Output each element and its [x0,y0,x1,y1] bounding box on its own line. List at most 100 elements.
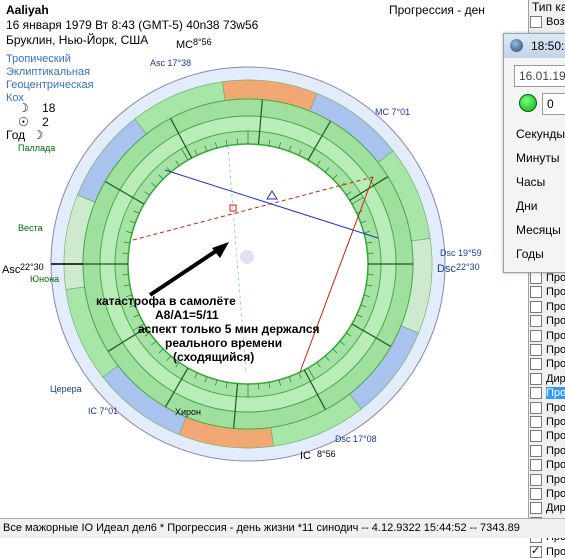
ic-label: IC [300,450,311,462]
asc-degree: 22°30 [20,262,44,272]
asc-label: Asc [2,264,21,276]
dsc-label: Dsc [437,263,456,275]
go-button[interactable] [519,94,537,112]
option-label: Про [546,473,565,486]
mc-degree: 8°56 [193,37,212,47]
legend-year-label: Год [6,128,26,142]
unit-hours[interactable]: Часы [516,175,545,189]
type-tab-label[interactable]: Тип ка [532,0,565,14]
status-text: Все мажорные IO Идеал дел6 * Прогрессия … [3,522,520,534]
option-row[interactable]: Воз [530,16,565,29]
chart-label: Юнона [30,274,59,284]
option-row[interactable]: Дир [530,373,565,385]
annotation-line-5: (сходящийся) [173,350,254,364]
dialog-titlebar[interactable]: 18:50: [504,34,565,58]
chart-label: MC 7°01 [375,107,410,117]
ic-degree: 8°56 [317,449,336,459]
checkbox[interactable] [530,544,542,558]
checkbox[interactable] [530,286,542,299]
checkbox[interactable] [530,430,542,443]
chart-label: Хирон [175,407,201,417]
option-label: Про [546,459,565,472]
legend-row-2: ☉ 2 [6,115,49,129]
option-row[interactable]: Дир [530,502,565,515]
chart-label: Веста [18,223,43,233]
step-input[interactable]: 0 [542,93,565,115]
option-row[interactable]: Про [530,272,565,285]
chart-meta-coords: Эклиптикальная [6,66,91,78]
option-label: Про [546,344,565,356]
option-row[interactable]: Про [530,301,565,313]
crescent-moon-icon: ☽ [18,101,29,115]
unit-years[interactable]: Годы [516,247,544,261]
checkbox[interactable] [530,473,542,486]
checkbox[interactable] [530,488,542,501]
crescent-moon-icon-2: ☽ [32,128,44,142]
annotation-line-3: аспект только 5 мин держался [138,322,320,336]
option-row[interactable]: Про [530,474,565,486]
chart-label: Паллада [18,143,55,153]
chart-datetime: 16 января 1979 Вт 8:43 (GMT-5) 40n38 73w… [6,18,259,32]
option-row[interactable]: Про [530,330,565,342]
legend-count-2: 2 [42,115,49,129]
checkbox[interactable] [530,329,542,342]
annotation-line-1: катастрофа в самолёте [96,294,236,308]
checkbox[interactable] [530,416,542,429]
checkbox[interactable] [530,372,542,385]
chart-label: Церера [50,384,82,394]
dsc-degree: 22°30 [456,262,480,272]
legend-row-3: Год ☽ [6,128,43,142]
checkbox[interactable] [530,358,542,371]
dialog-title: 18:50: [531,39,565,53]
unit-minutes[interactable]: Минуты [516,151,559,165]
legend-row-1: ☽ 18 [6,101,55,115]
app-icon [510,39,523,52]
option-label: Про [546,488,565,500]
option-label: Дир [546,502,565,515]
unit-seconds[interactable]: Секунды [516,127,565,141]
option-label: Про [546,430,565,443]
date-input[interactable]: 16.01.197 [514,65,565,87]
checkbox[interactable] [530,300,542,313]
option-row[interactable]: Про [530,344,565,357]
checkbox[interactable] [530,444,542,457]
option-row[interactable]: Про [530,445,565,457]
option-label: Про [546,315,565,328]
center-marker [240,250,254,264]
option-row[interactable]: Про [530,430,565,443]
checkbox[interactable] [530,272,542,285]
chart-label: Dsc 19°59 [440,248,482,258]
checkbox[interactable] [530,502,542,515]
option-row[interactable]: Про [530,358,565,371]
chart-label: Asc 17°38 [150,58,191,68]
option-label: Про [546,444,565,457]
option-row[interactable]: Про [530,459,565,472]
option-label: Про [546,272,565,284]
checkbox[interactable] [530,16,542,29]
chart-meta-zodiac: Тропический [6,53,71,65]
option-label: Про [546,387,565,400]
option-row[interactable]: Про [530,402,565,414]
option-label: Про [546,329,565,342]
option-row[interactable]: Про [530,416,565,429]
checkbox[interactable] [530,459,542,472]
checkbox[interactable] [530,315,542,328]
checkbox[interactable] [530,344,542,357]
option-label: Дир [546,372,565,385]
option-label: Про [546,545,565,558]
option-label: Про [546,300,565,313]
option-row[interactable]: Про [530,544,565,558]
unit-months[interactable]: Месяцы [516,223,561,237]
status-bar: Все мажорные IO Идеал дел6 * Прогрессия … [0,518,565,538]
unit-days[interactable]: Дни [516,199,537,213]
option-row[interactable]: Про [530,315,565,328]
mc-label: MC [176,39,193,51]
option-label: Про [546,401,565,414]
option-label: Про [546,358,565,371]
chart-label: IC 7°01 [88,406,118,416]
option-row[interactable]: Про [530,387,565,400]
checkbox[interactable] [530,401,542,414]
checkbox[interactable] [530,387,542,400]
option-row[interactable]: Про [530,286,565,299]
option-row[interactable]: Про [530,488,565,501]
